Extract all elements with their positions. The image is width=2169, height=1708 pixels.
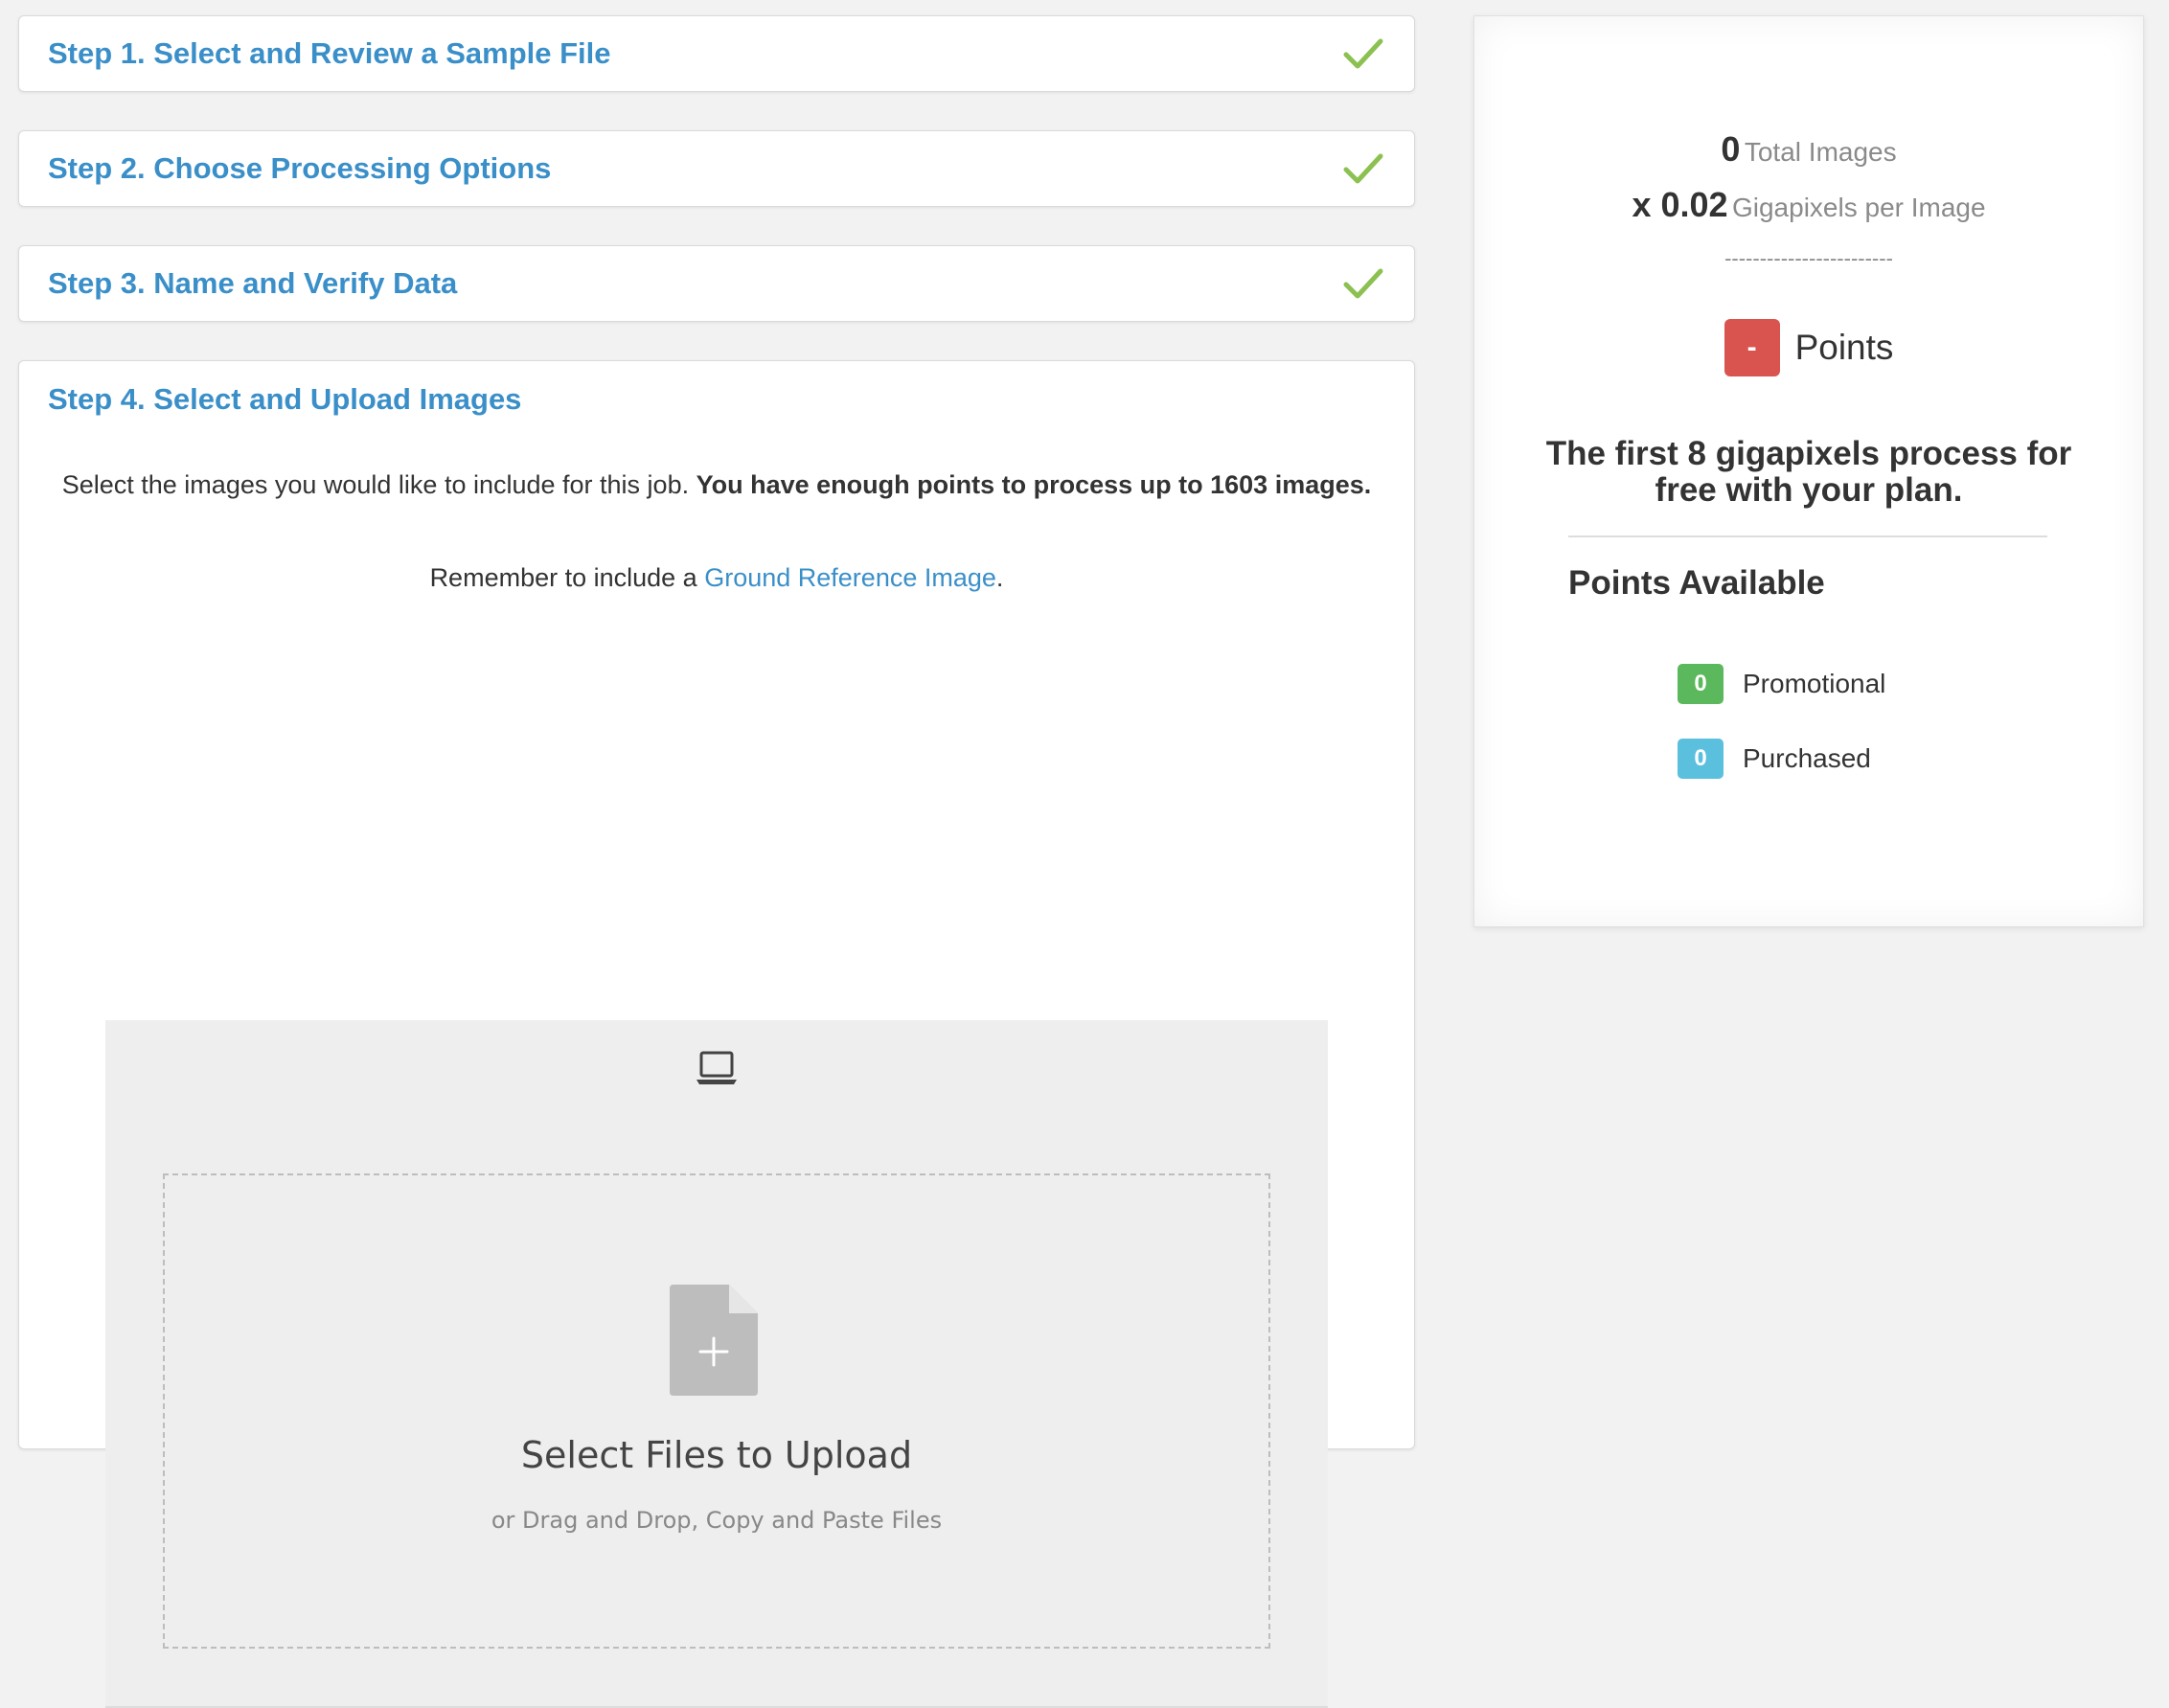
ground-reference-reminder: Remember to include a Ground Reference I… — [19, 563, 1414, 593]
purchased-count-badge: 0 — [1678, 739, 1724, 779]
reminder-prefix: Remember to include a — [429, 563, 697, 592]
total-images-line: 0 Total Images — [1474, 129, 2143, 170]
free-text-pre: The first — [1545, 435, 1678, 472]
gigapixels-label: Gigapixels per Image — [1731, 193, 1986, 222]
drag-drop-hint: or Drag and Drop, Copy and Paste Files — [491, 1507, 943, 1534]
reminder-suffix: . — [995, 563, 1004, 592]
step-4-title[interactable]: Step 4. Select and Upload Images — [48, 382, 1385, 417]
upload-area: Select Files to Upload or Drag and Drop,… — [105, 1020, 1328, 1708]
points-available-heading: Points Available — [1568, 564, 1825, 602]
step-1-title[interactable]: Step 1. Select and Review a Sample File — [48, 36, 1341, 71]
gigapixels-line: x 0.02 Gigapixels per Image — [1474, 185, 2143, 225]
points-label: Points — [1794, 328, 1894, 367]
ground-reference-link[interactable]: Ground Reference Image — [704, 563, 996, 592]
checkmark-icon — [1341, 149, 1385, 188]
purchased-points-row: 0 Purchased — [1678, 739, 1871, 779]
purchased-label: Purchased — [1743, 743, 1871, 773]
gigapixels-value: x 0.02 — [1632, 185, 1728, 224]
file-drop-zone[interactable]: Select Files to Upload or Drag and Drop,… — [163, 1173, 1270, 1649]
separator-line: ------------------------ — [1724, 246, 1893, 270]
total-images-value: 0 — [1721, 129, 1741, 169]
laptop-icon[interactable] — [696, 1049, 738, 1087]
step-3-panel[interactable]: Step 3. Name and Verify Data — [18, 245, 1415, 322]
free-text-unit: gigapixels — [1715, 435, 1880, 472]
step-2-title[interactable]: Step 2. Choose Processing Options — [48, 151, 1341, 186]
checkmark-icon — [1341, 264, 1385, 303]
step-1-header[interactable]: Step 1. Select and Review a Sample File — [19, 16, 1414, 91]
step-3-title[interactable]: Step 3. Name and Verify Data — [48, 266, 1341, 301]
points-capacity-text: You have enough points to process up to … — [696, 470, 1372, 499]
promotional-points-row: 0 Promotional — [1678, 664, 1885, 704]
step-2-header[interactable]: Step 2. Choose Processing Options — [19, 131, 1414, 206]
free-gigapixels-note: The first 8 gigapixels process for free … — [1532, 436, 2086, 509]
promotional-label: Promotional — [1743, 669, 1886, 698]
add-file-icon[interactable] — [670, 1285, 758, 1396]
select-files-button[interactable]: Select Files to Upload — [165, 1434, 1268, 1476]
step-4-header[interactable]: Step 4. Select and Upload Images — [19, 361, 1414, 438]
points-badge: - — [1724, 319, 1780, 376]
summary-divider — [1568, 535, 2047, 537]
step-2-panel[interactable]: Step 2. Choose Processing Options — [18, 130, 1415, 207]
step-3-header[interactable]: Step 3. Name and Verify Data — [19, 246, 1414, 321]
step-4-panel: Step 4. Select and Upload Images Select … — [18, 360, 1415, 1708]
instructions-text: Select the images you would like to incl… — [61, 470, 690, 499]
free-text-amount: 8 — [1687, 435, 1706, 472]
step-1-panel[interactable]: Step 1. Select and Review a Sample File — [18, 15, 1415, 92]
promotional-count-badge: 0 — [1678, 664, 1724, 704]
step-4-instructions: Select the images you would like to incl… — [19, 470, 1414, 500]
points-total: - Points — [1474, 319, 2143, 376]
points-summary-card: 0 Total Images x 0.02 Gigapixels per Ima… — [1473, 15, 2144, 927]
steps-column: Step 1. Select and Review a Sample File … — [18, 15, 1415, 1708]
total-images-label: Total Images — [1744, 137, 1897, 167]
checkmark-icon — [1341, 34, 1385, 73]
